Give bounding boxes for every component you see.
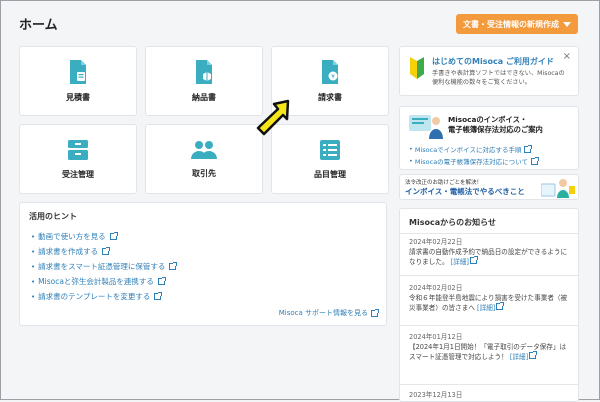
external-link-icon <box>529 351 538 359</box>
news-text: 請求書の自動作成予約で納品日の設定ができるようになりました。 <box>409 248 568 266</box>
bullet-icon: • <box>31 292 36 301</box>
hints-title: 活用のヒント <box>29 212 77 221</box>
bullet-icon: • <box>31 262 36 271</box>
news-item: 2024年01月12日 【2024年1月1日開始！「電子取引のデータ保存」はスマ… <box>409 332 571 362</box>
news-item: 2023年12月13日 <box>409 390 571 400</box>
invoice-document-icon: ¥ <box>322 59 338 84</box>
banner-illustration-icon <box>541 179 575 198</box>
support-staff-illustration-icon <box>409 115 443 139</box>
pointer-arrow-icon <box>256 99 290 136</box>
external-link-icon <box>154 292 163 300</box>
invoice-info-title-line1: Misocaのインボイス・ <box>448 115 528 124</box>
news-panel: Misocaからのお知らせ 2024年02月22日 請求書の自動作成予約で納品日… <box>399 208 579 402</box>
guide-title: はじめてのMisoca ご利用ガイド <box>432 57 554 66</box>
news-date: 2023年12月13日 <box>409 391 463 399</box>
order-tray-icon <box>68 139 88 160</box>
tile-label: 受注管理 <box>62 169 94 179</box>
divider <box>400 384 578 385</box>
divider <box>400 325 578 326</box>
hint-link[interactable]: • Misocaと弥生会計製品を連携する <box>31 274 176 289</box>
bullet-icon: • <box>31 232 36 241</box>
tile-clients[interactable]: 取引先 <box>145 124 263 194</box>
divider <box>400 233 578 234</box>
news-detail-link[interactable]: [詳細] <box>477 304 495 312</box>
delivery-document-icon <box>196 59 212 84</box>
hint-link-label: 請求書をスマート証憑管理に保管する <box>38 262 166 271</box>
bullet-icon: • <box>31 277 36 286</box>
external-link-icon <box>470 256 479 264</box>
news-date: 2024年01月12日 <box>409 333 463 341</box>
tile-label: 品目管理 <box>314 169 346 179</box>
news-date: 2024年02月22日 <box>409 238 463 246</box>
external-link-icon <box>169 262 178 270</box>
usage-guide-panel[interactable]: はじめてのMisoca ご利用ガイド 手書きや表計算ソフトではできない、Miso… <box>399 46 579 96</box>
invoice-info-panel: Misocaのインボイス・ 電子帳簿保存法対応のご案内 • Misocaでインボイ… <box>399 106 579 170</box>
bullet-icon: • <box>31 247 36 256</box>
hint-link[interactable]: • 請求書を作成する <box>31 244 176 259</box>
tile-order-management[interactable]: 受注管理 <box>19 124 137 194</box>
hint-link-label: 請求書のテンプレートを変更する <box>38 292 151 301</box>
external-link-icon <box>109 232 118 240</box>
tile-label: 納品書 <box>192 92 216 102</box>
external-link-icon <box>102 247 111 255</box>
news-detail-link[interactable]: [詳細] <box>510 353 528 361</box>
external-link-icon <box>524 144 533 153</box>
hints-panel: 活用のヒント • 動画で使い方を見る • 請求書を作成する • 請求書をスマート証憑管… <box>19 202 387 326</box>
invoice-steps-link-label: Misocaでインボイスに対応する手順 <box>414 146 522 154</box>
news-text: 【2024年1月1日開始！「電子取引のデータ保存」はスマート証憑管理で対応しよう… <box>409 343 567 361</box>
hint-link-label: 動画で使い方を見る <box>38 232 106 241</box>
item-list-icon <box>320 139 340 160</box>
e-book-law-link[interactable]: • Misocaの電子帳簿保存法対応について <box>409 156 539 166</box>
invoice-law-banner[interactable]: 法令改正のお助けごとを解決！ インボイス・電帳法でやるべきこと <box>399 174 579 200</box>
support-link[interactable]: Misoca サポート情報を見る <box>278 308 379 318</box>
hint-link[interactable]: • 請求書のテンプレートを変更する <box>31 289 176 304</box>
new-document-button-label: 文書・受注情報の新規作成 <box>463 19 559 29</box>
news-detail-link[interactable]: [詳細] <box>451 258 469 266</box>
hint-link-label: 請求書を作成する <box>38 247 99 256</box>
news-title: Misocaからのお知らせ <box>409 218 496 227</box>
tile-label: 請求書 <box>318 92 342 102</box>
tile-label: 見積書 <box>66 92 90 102</box>
bullet-icon: • <box>409 145 413 153</box>
external-link-icon <box>157 277 166 285</box>
invoice-info-title-line2: 電子帳簿保存法対応のご案内 <box>448 125 543 134</box>
external-link-icon <box>371 308 379 317</box>
external-link-icon <box>530 156 539 165</box>
tile-delivery[interactable]: 納品書 <box>145 46 263 116</box>
external-link-icon <box>496 302 505 310</box>
guide-description: 手書きや表計算ソフトではできない、Misocaの便利な機能の数々をご覧ください。 <box>432 70 565 86</box>
hint-link-label: Misocaと弥生会計製品を連携する <box>38 277 154 286</box>
beginner-mark-icon <box>410 57 424 79</box>
divider <box>400 275 578 276</box>
estimate-document-icon <box>70 59 86 84</box>
tile-estimate[interactable]: 見積書 <box>19 46 137 116</box>
hint-link[interactable]: • 請求書をスマート証憑管理に保管する <box>31 259 178 274</box>
news-item: 2024年02月02日 令和６年能登半島地震により損害を受けた事業者（被災事業者… <box>409 283 571 313</box>
banner-subtitle: 法令改正のお助けごとを解決！ <box>405 180 483 186</box>
banner-title: インボイス・電帳法でやるべきこと <box>405 187 525 196</box>
bullet-icon: • <box>409 157 413 165</box>
invoice-steps-link[interactable]: • Misocaでインボイスに対応する手順 <box>409 144 533 154</box>
hints-list: • 動画で使い方を見る • 請求書を作成する • 請求書をスマート証憑管理に保管する … <box>31 229 178 304</box>
hint-link[interactable]: • 動画で使い方を見る <box>31 229 176 244</box>
support-link-label: Misoca サポート情報を見る <box>278 309 368 317</box>
e-book-law-link-label: Misocaの電子帳簿保存法対応について <box>414 158 528 166</box>
news-item: 2024年02月22日 請求書の自動作成予約で納品日の設定ができるようになりまし… <box>409 237 571 267</box>
invoice-info-title: Misocaのインボイス・ 電子帳簿保存法対応のご案内 <box>448 115 543 135</box>
svg-text:¥: ¥ <box>331 73 335 80</box>
page-title: ホーム <box>19 18 58 33</box>
tile-label: 取引先 <box>192 168 216 178</box>
chevron-down-icon <box>563 21 571 27</box>
new-document-button[interactable]: 文書・受注情報の新規作成 <box>456 14 578 34</box>
news-date: 2024年02月02日 <box>409 284 463 292</box>
close-icon[interactable]: × <box>563 51 571 62</box>
clients-people-icon <box>191 140 217 159</box>
